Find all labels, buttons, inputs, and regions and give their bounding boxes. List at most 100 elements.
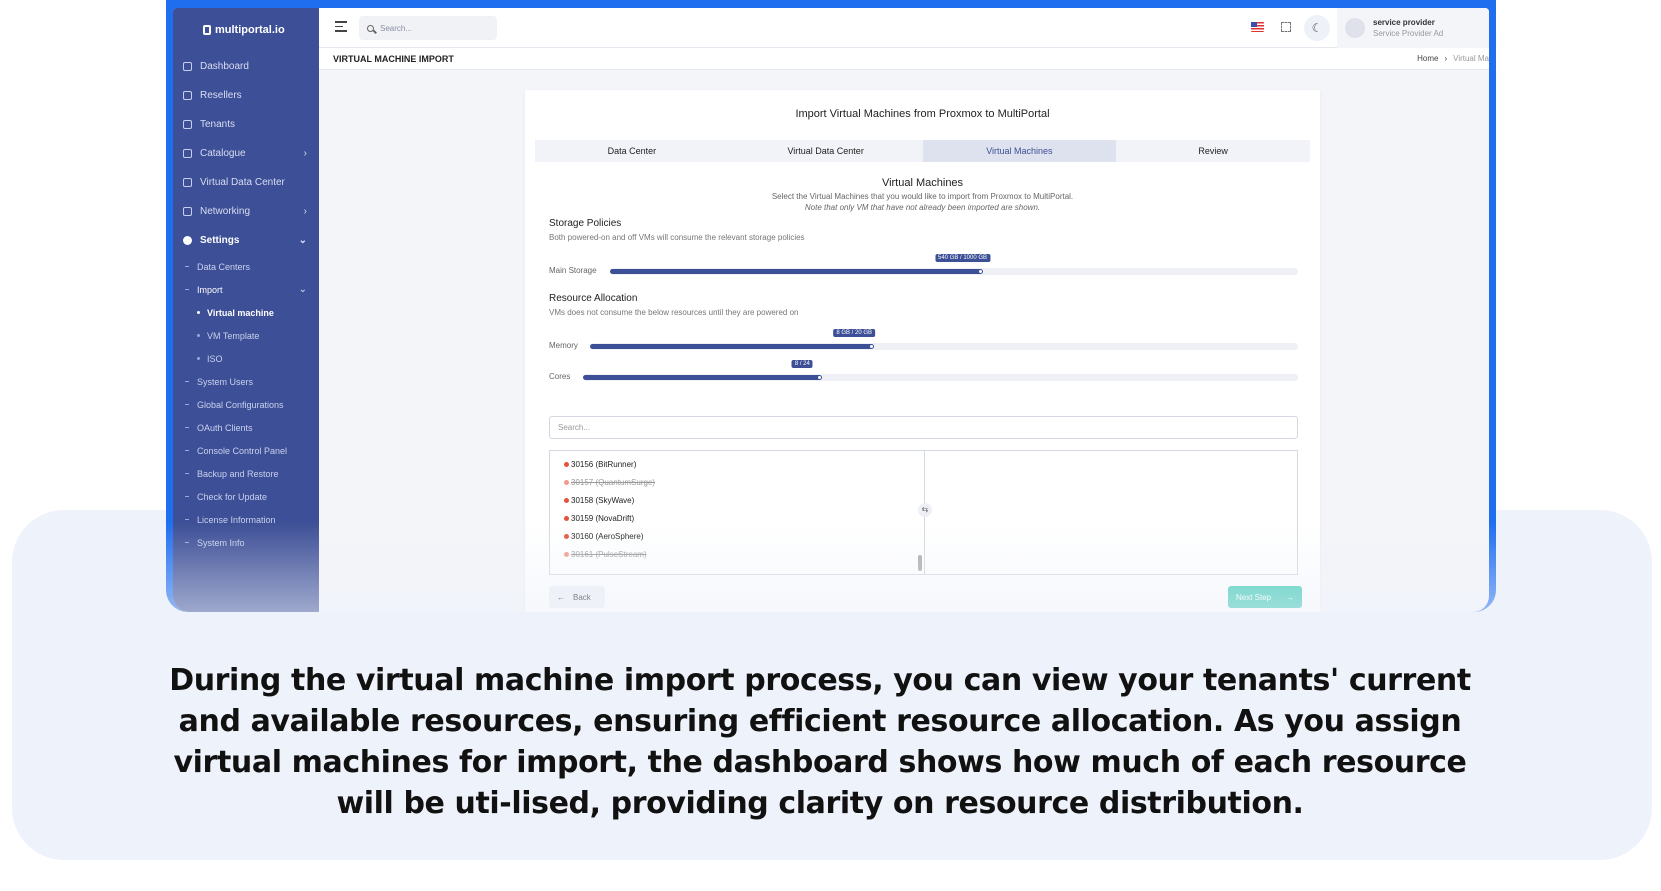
vm-list-item[interactable]: 30158 (SkyWave) bbox=[564, 496, 634, 505]
sidebar-item-label: Tenants bbox=[200, 119, 236, 130]
usage-bar-marker bbox=[869, 344, 875, 349]
vm-list-item[interactable]: 30156 (BitRunner) bbox=[564, 460, 636, 469]
page-header: VIRTUAL MACHINE IMPORT Home › Virtual Ma bbox=[319, 48, 1489, 70]
settings-item-check-for-update[interactable]: Check for Update bbox=[173, 485, 319, 508]
settings-item-license-information[interactable]: License Information bbox=[173, 508, 319, 531]
import-item-vm-template[interactable]: VM Template bbox=[173, 324, 319, 347]
sidebar-item-catalogue[interactable]: Catalogue › bbox=[173, 139, 319, 168]
search-icon bbox=[367, 24, 374, 32]
sidebar: multiportal.io Dashboard Resellers Tenants… bbox=[173, 8, 319, 612]
storage-title: Storage Policies bbox=[549, 218, 622, 229]
status-dot-icon bbox=[564, 498, 569, 503]
settings-item-label: Check for Update bbox=[197, 491, 268, 502]
step-virtual-data-center[interactable]: Virtual Data Center bbox=[729, 140, 923, 162]
usage-bar-main-storage: 540 GB / 1000 GB bbox=[610, 254, 1298, 275]
status-dot-icon bbox=[564, 516, 569, 521]
settings-item-label: License Information bbox=[197, 514, 276, 525]
step-review[interactable]: Review bbox=[1116, 140, 1310, 162]
sidebar-item-settings[interactable]: Settings ⌄ bbox=[173, 226, 319, 255]
vm-list-item[interactable]: 30160 (AeroSphere) bbox=[564, 532, 644, 541]
usage-bar-memory: 8 GB / 20 GB bbox=[590, 329, 1298, 350]
import-item-label: Virtual machine bbox=[207, 307, 274, 318]
settings-item-label: Backup and Restore bbox=[197, 468, 279, 479]
vm-transfer-list: 30156 (BitRunner) 30157 (QuantumSurge) 301… bbox=[549, 450, 1298, 575]
usage-tooltip: 540 GB / 1000 GB bbox=[935, 254, 991, 262]
brand-logo[interactable]: multiportal.io bbox=[173, 8, 319, 52]
settings-item-label: OAuth Clients bbox=[197, 422, 253, 433]
breadcrumb-separator: › bbox=[1444, 54, 1448, 63]
settings-item-system-users[interactable]: System Users bbox=[173, 370, 319, 393]
vm-label: 30156 (BitRunner) bbox=[571, 460, 637, 469]
settings-item-label: Global Configurations bbox=[197, 399, 284, 410]
vm-list-item[interactable]: 30159 (NovaDrift) bbox=[564, 514, 634, 523]
usage-bar-cores: 8 / 24 bbox=[583, 360, 1298, 381]
network-icon bbox=[183, 207, 192, 216]
menu-toggle-icon[interactable] bbox=[335, 21, 347, 33]
settings-item-system-info[interactable]: System Info bbox=[173, 531, 319, 554]
users-icon bbox=[183, 91, 192, 100]
dark-mode-toggle[interactable]: ☾ bbox=[1304, 15, 1330, 41]
dot-icon bbox=[197, 357, 200, 360]
settings-item-backup-and-restore[interactable]: Backup and Restore bbox=[173, 462, 319, 485]
list-scrollbar[interactable] bbox=[918, 555, 922, 571]
user-menu[interactable]: service provider Service Provider Ad bbox=[1337, 8, 1489, 48]
import-item-virtual-machine[interactable]: Virtual machine bbox=[173, 301, 319, 324]
import-item-label: VM Template bbox=[207, 330, 260, 341]
settings-item-label: Data Centers bbox=[197, 261, 251, 272]
vm-list-item[interactable]: 30161 (PulseStream) bbox=[564, 550, 647, 559]
breadcrumb: Home › Virtual Ma bbox=[1417, 54, 1489, 63]
sidebar-item-resellers[interactable]: Resellers bbox=[173, 81, 319, 110]
usage-tooltip: 8 GB / 20 GB bbox=[833, 329, 876, 337]
fullscreen-icon[interactable] bbox=[1281, 22, 1291, 32]
sidebar-item-label: Settings bbox=[200, 235, 240, 246]
sidebar-item-networking[interactable]: Networking › bbox=[173, 197, 319, 226]
sidebar-item-virtual-data-center[interactable]: Virtual Data Center bbox=[173, 168, 319, 197]
usage-bar-marker bbox=[817, 375, 823, 380]
vm-label: 30158 (SkyWave) bbox=[571, 496, 635, 505]
settings-item-oauth-clients[interactable]: OAuth Clients bbox=[173, 416, 319, 439]
available-vm-list[interactable]: 30156 (BitRunner) 30157 (QuantumSurge) 301… bbox=[550, 451, 925, 574]
vm-search-input[interactable]: Search... bbox=[549, 416, 1298, 439]
dash-icon bbox=[185, 289, 189, 290]
status-dot-icon bbox=[564, 534, 569, 539]
step-virtual-machines[interactable]: Virtual Machines bbox=[922, 140, 1117, 162]
chevron-icon: › bbox=[303, 206, 307, 217]
storage-subtitle: Both powered-on and off VMs will consume… bbox=[549, 233, 805, 242]
section-title: Virtual Machines bbox=[881, 177, 964, 189]
settings-item-data-centers[interactable]: Data Centers bbox=[173, 255, 319, 278]
sidebar-item-label: Catalogue bbox=[200, 148, 246, 159]
user-name: service provider bbox=[1373, 18, 1435, 27]
step-data-center[interactable]: Data Center bbox=[535, 140, 729, 162]
topbar: Search... ☾ service provider Service Pro… bbox=[319, 8, 1489, 48]
moon-icon: ☾ bbox=[1311, 21, 1323, 35]
brand-name: multiportal.io bbox=[215, 24, 285, 36]
settings-item-global-configurations[interactable]: Global Configurations bbox=[173, 393, 319, 416]
vm-label: 30160 (AeroSphere) bbox=[571, 532, 644, 541]
back-button[interactable]: ← Back bbox=[549, 586, 605, 608]
chevron-icon: › bbox=[303, 148, 307, 159]
vm-list-item[interactable]: 30157 (QuantumSurge) bbox=[564, 478, 655, 487]
sidebar-item-tenants[interactable]: Tenants bbox=[173, 110, 319, 139]
vm-label: 30159 (NovaDrift) bbox=[571, 514, 635, 523]
page-title: VIRTUAL MACHINE IMPORT bbox=[333, 54, 454, 64]
usage-bar-fill bbox=[590, 344, 874, 349]
sidebar-item-dashboard[interactable]: Dashboard bbox=[173, 52, 319, 81]
settings-item-console-control-panel[interactable]: Console Control Panel bbox=[173, 439, 319, 462]
usage-label: Memory bbox=[549, 341, 578, 350]
global-search-input[interactable]: Search... bbox=[359, 16, 497, 40]
usage-bar-fill bbox=[610, 269, 982, 274]
import-item-iso[interactable]: ISO bbox=[173, 347, 319, 370]
chevron-down-icon: ⌄ bbox=[298, 284, 307, 295]
status-dot-icon bbox=[564, 462, 569, 467]
swap-icon[interactable]: ⇆ bbox=[918, 503, 932, 517]
sidebar-item-label: Resellers bbox=[200, 90, 242, 101]
settings-item-import[interactable]: Import ⌄ bbox=[173, 278, 319, 301]
import-item-label: ISO bbox=[207, 353, 223, 364]
user-role: Service Provider Ad bbox=[1373, 29, 1444, 38]
usage-label: Cores bbox=[549, 372, 571, 381]
breadcrumb-home[interactable]: Home bbox=[1417, 54, 1438, 63]
us-flag-icon[interactable] bbox=[1251, 22, 1264, 32]
next-step-button[interactable]: Next Step → bbox=[1228, 586, 1302, 608]
resources-subtitle: VMs does not consume the below resources… bbox=[549, 308, 799, 317]
vm-label: 30157 (QuantumSurge) bbox=[571, 478, 656, 487]
